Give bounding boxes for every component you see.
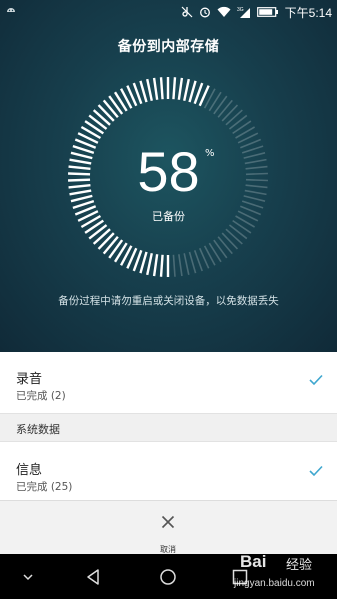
progress-tick-empty <box>183 253 190 275</box>
progress-tick-empty <box>217 236 233 255</box>
progress-tick-empty <box>241 200 264 209</box>
wifi-icon <box>217 6 231 17</box>
item-title: 录音 <box>16 372 43 387</box>
progress-tick-filled <box>177 77 184 100</box>
progress-tick-empty <box>228 114 248 130</box>
android-icon <box>7 8 15 12</box>
home-icon[interactable] <box>157 566 179 588</box>
progress-tick-filled <box>152 77 159 100</box>
progress-tick-empty <box>193 250 203 272</box>
progress-tick-filled <box>188 80 197 103</box>
progress-tick-filled <box>159 254 164 277</box>
progress-tick-filled <box>183 78 190 101</box>
alarm-icon <box>199 7 210 18</box>
percent-sign: % <box>205 148 215 159</box>
progress-tick-filled <box>146 253 153 276</box>
mute-icon <box>181 6 193 18</box>
progress-percent: 58 <box>137 140 200 203</box>
progress-tick-filled <box>159 77 164 100</box>
section-header-system-data: 系统数据 <box>0 413 337 442</box>
progress-tick-filled <box>152 254 159 277</box>
progress-tick-filled <box>102 235 119 255</box>
watermark-brand: 经验 <box>286 558 313 573</box>
backup-hero: 3G 下午5:14 备份到内部存储 58 % 已备份 备份过程中请勿重启或关闭设… <box>0 0 337 352</box>
progress-tick-filled <box>92 109 111 126</box>
progress-tick-empty <box>228 224 248 240</box>
network-label: 3G <box>237 7 244 13</box>
progress-tick-filled <box>102 99 119 119</box>
back-icon[interactable] <box>83 566 105 588</box>
item-status: 已完成 (25) <box>16 481 73 493</box>
progress-tick-filled <box>92 228 111 245</box>
progress-tick-empty <box>221 232 239 250</box>
item-title: 信息 <box>16 463 43 478</box>
collapse-icon[interactable] <box>17 566 39 588</box>
progress-tick-empty <box>213 95 228 115</box>
check-icon <box>309 374 323 386</box>
watermark-url: jingyan.baidu.com <box>234 578 315 589</box>
progress-tick-filled <box>146 78 153 101</box>
progress-tick-empty <box>178 254 183 277</box>
battery-icon <box>256 7 278 17</box>
item-status: 已完成 (2) <box>16 390 66 402</box>
backup-item-list: 录音 已完成 (2) 系统数据 信息 已完成 (25) <box>0 352 337 503</box>
progress-tick-filled <box>72 199 95 210</box>
progress-tick-empty <box>225 109 243 126</box>
close-icon <box>161 515 175 529</box>
progress-tick-filled <box>97 104 115 122</box>
progress-tick-empty <box>217 99 233 118</box>
section-header-label: 系统数据 <box>16 423 60 436</box>
cancel-button[interactable]: 取消 <box>138 507 198 554</box>
check-icon <box>309 465 323 477</box>
progress-tick-empty <box>225 228 243 245</box>
cancel-bar: 取消 <box>0 500 337 554</box>
progress-tick-empty <box>172 254 176 277</box>
signal-icon: 3G <box>237 7 250 18</box>
progress-tick-filled <box>139 251 148 274</box>
progress-tick-empty <box>188 251 197 274</box>
baidu-jingyan-watermark: Bai 经验 jingyan.baidu.com <box>226 548 336 598</box>
backup-warning-note: 备份过程中请勿重启或关闭设备，以免数据丢失 <box>58 295 279 307</box>
baidu-logo: Bai <box>240 552 267 571</box>
progress-tick-filled <box>172 77 177 100</box>
list-item-messages[interactable]: 信息 已完成 (25) <box>0 443 337 503</box>
status-bar: 3G 下午5:14 <box>0 0 337 24</box>
list-item-recordings[interactable]: 录音 已完成 (2) <box>0 352 337 412</box>
progress-caption: 已备份 <box>152 210 185 223</box>
backup-title: 备份到内部存储 <box>117 39 220 55</box>
progress-tick-empty <box>221 104 239 122</box>
progress-tick-empty <box>213 239 228 259</box>
status-time: 下午5:14 <box>284 5 332 20</box>
progress-tick-filled <box>97 232 115 250</box>
progress-tick-filled <box>139 80 148 103</box>
